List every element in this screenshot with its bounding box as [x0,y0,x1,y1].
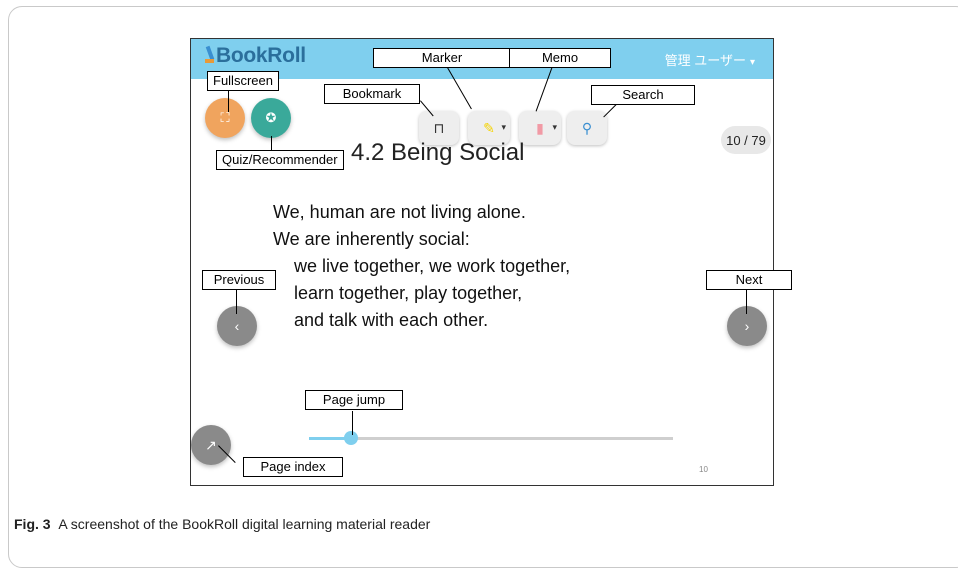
search-button[interactable]: ⚲ [567,111,607,145]
star-icon: ✪ [265,110,277,125]
figure-caption-label: Fig. 3 [14,516,51,532]
callout-page-index: Page index [243,457,343,477]
slide-line: We, human are not living alone. [273,202,526,222]
callout-leader-fullscreen [228,90,229,112]
slide-line: We are inherently social: [273,229,470,249]
memo-dropdown-icon[interactable]: ▾ [552,122,557,133]
slide-line: learn together, play together, [294,283,523,303]
next-page-button[interactable]: › [727,306,767,346]
bookmark-icon: ⊓ [433,119,445,136]
search-icon: ⚲ [581,119,593,136]
user-name: 管理 ユーザー [664,53,746,68]
callout-leader-next [746,290,747,314]
slide-title: 4.2 Being Social [351,139,525,166]
marker-icon: ✎ [483,119,495,136]
callout-quiz-recommender: Quiz/Recommender [216,150,344,170]
callout-leader-page-jump [352,411,353,435]
callout-fullscreen: Fullscreen [207,71,279,91]
slide-line: and talk with each other. [294,310,489,330]
logo-text: BookRoll [216,44,306,67]
fullscreen-icon: ⛶ [220,110,230,125]
bookroll-logo-icon [205,46,215,64]
chevron-left-icon: ‹ [234,318,240,334]
bookroll-reader: BookRoll 管理 ユーザー ▾ ⛶ ✪ ⊓ ✎ ▾ ▮ ▾ ⚲ 10 / 79 … [190,38,774,486]
arrow-up-right-icon: ↗ [205,436,217,453]
bookroll-logo[interactable]: BookRoll [205,44,306,68]
callout-leader-quiz [271,136,272,150]
slide-body: We, human are not living alone. We are i… [273,199,570,334]
footer-page-number: 10 [699,465,708,474]
memo-icon: ▮ [536,119,544,136]
callout-marker: Marker [373,48,511,68]
page-jump-slider-thumb[interactable] [344,431,358,445]
fullscreen-button[interactable]: ⛶ [205,98,245,138]
figure-caption: Fig. 3 A screenshot of the BookRoll digi… [14,516,430,532]
callout-previous: Previous [202,270,276,290]
callout-leader-previous [236,290,237,314]
callout-page-jump: Page jump [305,390,403,410]
chevron-right-icon: › [744,318,750,334]
callout-next: Next [706,270,792,290]
memo-button[interactable]: ▮ ▾ [519,111,561,145]
callout-bookmark: Bookmark [324,84,420,104]
slide-line: we live together, we work together, [294,256,571,276]
figure-caption-text: A screenshot of the BookRoll digital lea… [58,516,431,532]
marker-dropdown-icon[interactable]: ▾ [501,122,506,133]
callout-memo: Memo [509,48,611,68]
page-counter: 10 / 79 [721,126,771,154]
user-menu[interactable]: 管理 ユーザー ▾ [665,50,755,69]
page-jump-slider[interactable] [309,431,673,445]
quiz-recommender-button[interactable]: ✪ [251,98,291,138]
previous-page-button[interactable]: ‹ [217,306,257,346]
callout-search: Search [591,85,695,105]
chevron-down-icon: ▾ [749,57,755,68]
page-index-button[interactable]: ↗ [191,425,231,465]
